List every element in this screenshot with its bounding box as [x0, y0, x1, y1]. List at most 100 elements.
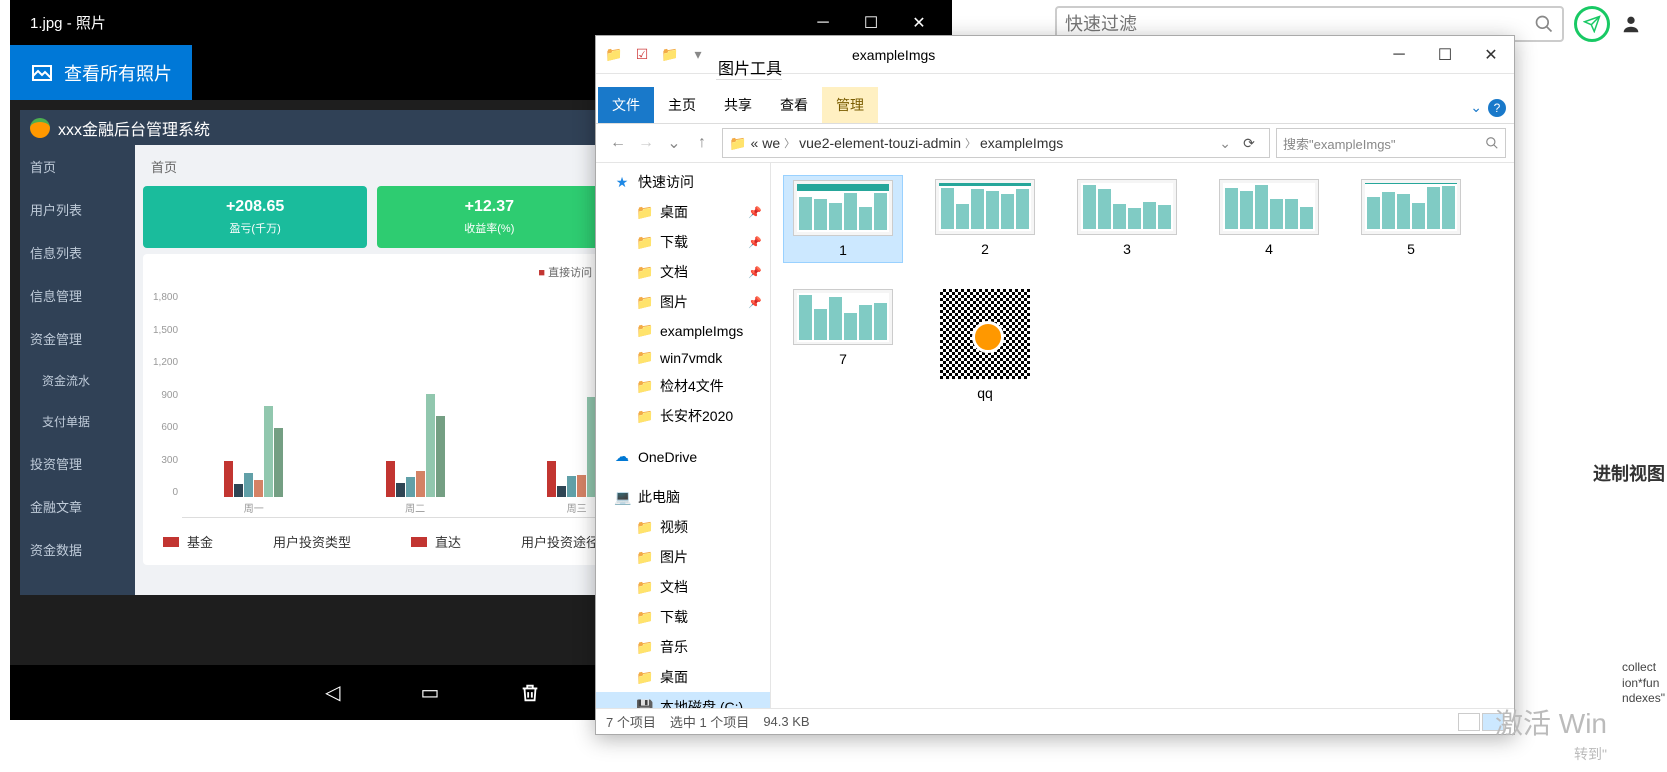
invest-type-label: 用户投资类型: [273, 532, 351, 551]
nav-item[interactable]: 📁文档📌: [596, 257, 770, 287]
prev-button[interactable]: ◁: [325, 680, 340, 705]
nav-item[interactable]: 📁视频: [596, 512, 770, 542]
file-thumbnail[interactable]: 7: [783, 285, 903, 405]
context-tab-group: 图片工具: [716, 30, 782, 80]
bar-group: 周二: [343, 394, 486, 497]
nav-item[interactable]: 💾本地磁盘 (C:): [596, 692, 770, 708]
nav-this-pc[interactable]: 💻此电脑: [596, 482, 770, 512]
dashboard-sidebar: 首页 用户列表 信息列表 信息管理 资金管理 资金流水 支付单据 投资管理 金融…: [20, 145, 135, 595]
bar-group: 周一: [182, 406, 325, 497]
file-thumbnail[interactable]: 1: [783, 175, 903, 263]
explorer-window: 📁 ☑ 📁 ▾ 图片工具 exampleImgs ─ ☐ ✕ 文件 主页 共享 …: [595, 35, 1515, 735]
nav-item[interactable]: 📁win7vmdk: [596, 344, 770, 371]
file-thumbnail[interactable]: 5: [1351, 175, 1471, 263]
nav-item[interactable]: 📁音乐: [596, 632, 770, 662]
photo-icon: [30, 61, 54, 85]
invest-path-label: 用户投资途径: [521, 532, 599, 551]
explorer-title: exampleImgs: [782, 47, 1376, 63]
back-button[interactable]: ←: [604, 129, 632, 157]
file-thumbnail[interactable]: 2: [925, 175, 1045, 263]
sidebar-item: 金融文章: [20, 485, 135, 528]
sidebar-item: 信息管理: [20, 274, 135, 317]
maximize-button[interactable]: ☐: [1422, 39, 1468, 71]
sidebar-item: 资金流水: [20, 360, 135, 401]
tab-view[interactable]: 查看: [766, 87, 822, 123]
sidebar-item: 投资管理: [20, 442, 135, 485]
breadcrumb-seg[interactable]: we: [762, 135, 780, 151]
nav-onedrive[interactable]: ☁OneDrive: [596, 443, 770, 470]
address-dropdown-icon[interactable]: ⌄: [1219, 135, 1231, 152]
breadcrumb-seg[interactable]: vue2-element-touzi-admin: [799, 135, 961, 151]
watermark: 激活 Win: [1495, 702, 1607, 742]
file-area[interactable]: 12345 7qq: [771, 163, 1514, 708]
stat-card: +12.37收益率(%): [377, 186, 601, 248]
folder-icon: 📁: [729, 135, 746, 152]
refresh-button[interactable]: ⟳: [1235, 135, 1263, 152]
tab-file[interactable]: 文件: [598, 87, 654, 123]
app-logo-icon: [30, 118, 50, 138]
filter-input[interactable]: [1065, 14, 1534, 35]
dashboard-title: xxx金融后台管理系统: [58, 116, 210, 140]
close-button[interactable]: ✕: [1468, 39, 1514, 71]
nav-pane[interactable]: ★快速访问 📁桌面📌📁下载📌📁文档📌📁图片📌📁exampleImgs📁win7v…: [596, 163, 771, 708]
tab-share[interactable]: 共享: [710, 87, 766, 123]
nav-item[interactable]: 📁exampleImgs: [596, 317, 770, 344]
status-size: 94.3 KB: [763, 714, 809, 729]
delete-button[interactable]: [519, 682, 541, 704]
nav-quick-access[interactable]: ★快速访问: [596, 167, 770, 197]
nav-item[interactable]: 📁检材4文件: [596, 371, 770, 401]
nav-item[interactable]: 📁桌面: [596, 662, 770, 692]
nav-item[interactable]: 📁桌面📌: [596, 197, 770, 227]
send-button[interactable]: [1574, 6, 1610, 42]
minimize-button[interactable]: ─: [1376, 39, 1422, 71]
nav-item[interactable]: 📁图片: [596, 542, 770, 572]
user-icon[interactable]: [1620, 13, 1642, 35]
stat-card: +208.65盈亏(千万): [143, 186, 367, 248]
recent-dropdown[interactable]: ⌄: [660, 129, 688, 157]
watermark-sub: 转到": [1574, 744, 1607, 764]
view-all-label: 查看所有照片: [64, 60, 172, 86]
tab-home[interactable]: 主页: [654, 87, 710, 123]
address-bar[interactable]: 📁 « we 〉 vue2-element-touzi-admin 〉 exam…: [722, 128, 1270, 158]
qat-dropdown[interactable]: ▾: [686, 43, 710, 67]
file-thumbnail[interactable]: 3: [1067, 175, 1187, 263]
nav-item[interactable]: 📁图片📌: [596, 287, 770, 317]
view-all-photos-button[interactable]: 查看所有照片: [10, 45, 192, 100]
status-item-count: 7 个项目: [606, 712, 656, 731]
help-icon[interactable]: ?: [1488, 99, 1506, 117]
view-mode-label: 进制视图: [1593, 460, 1665, 486]
nav-item[interactable]: 📁长安杯2020: [596, 401, 770, 431]
tab-manage[interactable]: 管理: [822, 87, 878, 123]
search-icon[interactable]: [1534, 14, 1554, 34]
sidebar-item: 支付单据: [20, 401, 135, 442]
ribbon-expand-icon[interactable]: ⌄: [1470, 99, 1482, 117]
nav-item[interactable]: 📁下载: [596, 602, 770, 632]
close-button[interactable]: ✕: [896, 8, 942, 38]
sidebar-item: 资金数据: [20, 528, 135, 571]
file-thumbnail[interactable]: 4: [1209, 175, 1329, 263]
legend-item: 直接访问: [538, 264, 592, 280]
maximize-button[interactable]: ☐: [848, 8, 894, 38]
up-button[interactable]: ↑: [688, 129, 716, 157]
nav-item[interactable]: 📁下载📌: [596, 227, 770, 257]
search-icon[interactable]: [1485, 136, 1499, 150]
breadcrumb-prefix[interactable]: «: [750, 135, 758, 151]
view-details-button[interactable]: [1458, 713, 1480, 731]
forward-button[interactable]: →: [632, 129, 660, 157]
sidebar-item: 用户列表: [20, 188, 135, 231]
file-thumbnail[interactable]: qq: [925, 285, 1045, 405]
sidebar-item: 信息列表: [20, 231, 135, 274]
breadcrumb-seg[interactable]: exampleImgs: [980, 135, 1063, 151]
collection-button[interactable]: ▭: [421, 680, 440, 705]
sidebar-item: 首页: [20, 145, 135, 188]
photos-title: 1.jpg - 照片: [20, 12, 106, 33]
minimize-button[interactable]: ─: [800, 8, 846, 38]
explorer-search[interactable]: 搜索"exampleImgs": [1276, 128, 1506, 158]
nav-item[interactable]: 📁文档: [596, 572, 770, 602]
qat-folder[interactable]: 📁: [658, 43, 682, 67]
code-fragment: collection*funndexes": [1622, 660, 1665, 707]
qat-checkbox[interactable]: ☑: [630, 43, 654, 67]
status-selected: 选中 1 个项目: [670, 712, 749, 731]
sidebar-item: 资金管理: [20, 317, 135, 360]
folder-icon[interactable]: 📁: [602, 43, 626, 67]
